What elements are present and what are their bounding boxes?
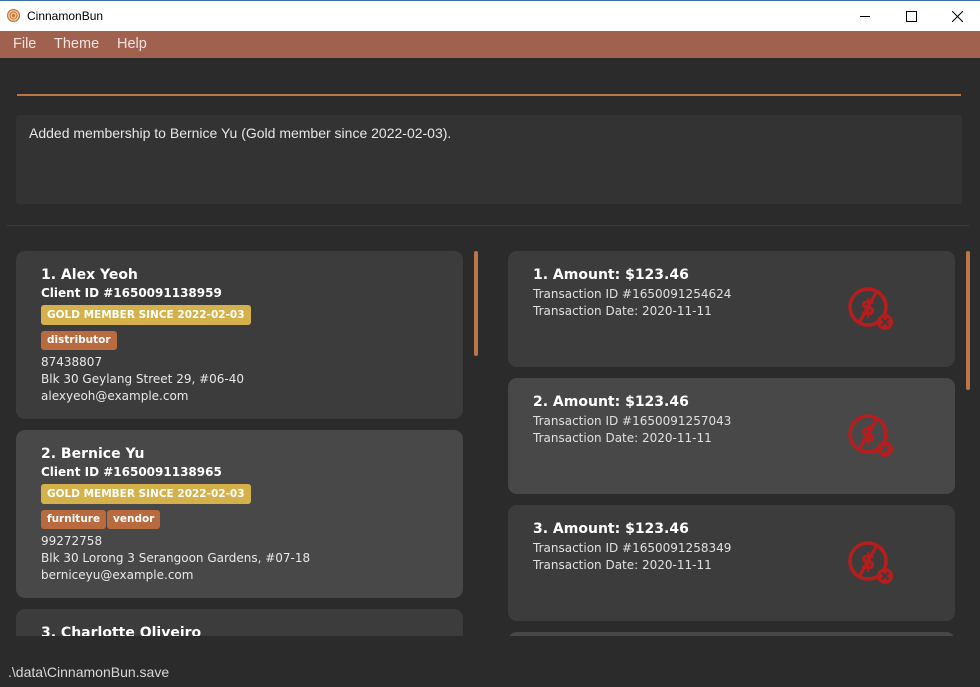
section-divider: [6, 225, 970, 226]
menu-file[interactable]: File: [13, 36, 36, 52]
window-titlebar: CinnamonBun: [0, 0, 980, 31]
client-card[interactable]: 2. Bernice Yu Client ID #1650091138965 G…: [16, 430, 463, 598]
client-id: Client ID #1650091138959: [41, 286, 222, 300]
transaction-date: Transaction Date: 2020-11-11: [533, 558, 712, 572]
client-name: 3. Charlotte Oliveiro: [41, 625, 202, 636]
minimize-button[interactable]: [842, 1, 888, 31]
transaction-card[interactable]: 3. Amount: $123.46 Transaction ID #16500…: [508, 505, 955, 621]
command-input[interactable]: [17, 94, 961, 96]
minimize-icon: [859, 15, 870, 17]
tag-vendor: vendor: [107, 510, 161, 529]
client-address: Blk 30 Geylang Street 29, #06-40: [41, 372, 245, 386]
client-phone: 99272758: [41, 534, 103, 548]
transaction-id: Transaction ID #1650091254624: [533, 287, 732, 301]
save-file-path: .\data\CinnamonBun.save: [8, 664, 170, 680]
client-address: Blk 30 Lorong 3 Serangoon Gardens, #07-1…: [41, 551, 311, 565]
cinnamon-bun-icon: [6, 8, 21, 23]
membership-badge: GOLD MEMBER SINCE 2022-02-03: [41, 484, 251, 504]
client-card[interactable]: 3. Charlotte Oliveiro: [16, 609, 463, 636]
transaction-id: Transaction ID #1650091257043: [533, 414, 732, 428]
client-email: alexyeoh@example.com: [41, 389, 189, 403]
transaction-list-scrollbar[interactable]: [966, 251, 970, 390]
unpaid-icon: $: [848, 414, 893, 457]
client-name: 1. Alex Yeoh: [41, 267, 138, 283]
client-list-scrollbar[interactable]: [474, 251, 478, 356]
main-area: Added membership to Bernice Yu (Gold mem…: [0, 58, 980, 638]
unpaid-icon: $: [848, 541, 893, 584]
maximize-button[interactable]: [888, 1, 934, 31]
transaction-date: Transaction Date: 2020-11-11: [533, 304, 712, 318]
menu-theme[interactable]: Theme: [54, 36, 99, 52]
tag-furniture: furniture: [41, 510, 107, 529]
transaction-amount: 1. Amount: $123.46: [533, 267, 689, 283]
transaction-date: Transaction Date: 2020-11-11: [533, 431, 712, 445]
unpaid-icon: $: [848, 287, 893, 330]
menu-bar: File Theme Help: [0, 31, 980, 58]
transaction-card[interactable]: 2. Amount: $123.46 Transaction ID #16500…: [508, 378, 955, 494]
window-title: CinnamonBun: [27, 9, 104, 23]
client-email: berniceyu@example.com: [41, 568, 194, 582]
result-display: Added membership to Bernice Yu (Gold mem…: [16, 115, 962, 204]
tag-distributor: distributor: [41, 331, 117, 350]
transaction-card[interactable]: 1. Amount: $123.46 Transaction ID #16500…: [508, 251, 955, 367]
membership-badge: GOLD MEMBER SINCE 2022-02-03: [41, 305, 251, 325]
menu-help[interactable]: Help: [117, 36, 147, 52]
transaction-amount: 2. Amount: $123.46: [533, 394, 689, 410]
client-name: 2. Bernice Yu: [41, 446, 145, 462]
status-bar: .\data\CinnamonBun.save: [0, 655, 980, 687]
transaction-id: Transaction ID #1650091258349: [533, 541, 732, 555]
close-icon: [951, 10, 963, 22]
close-button[interactable]: [934, 1, 980, 31]
transaction-card[interactable]: [508, 632, 955, 636]
client-list[interactable]: 1. Alex Yeoh Client ID #1650091138959 GO…: [16, 250, 466, 636]
client-phone: 87438807: [41, 355, 103, 369]
client-id: Client ID #1650091138965: [41, 465, 222, 479]
result-text: Added membership to Bernice Yu (Gold mem…: [29, 125, 452, 141]
maximize-icon: [905, 10, 917, 22]
transaction-amount: 3. Amount: $123.46: [533, 521, 689, 537]
client-card[interactable]: 1. Alex Yeoh Client ID #1650091138959 GO…: [16, 251, 463, 419]
transaction-list[interactable]: 1. Amount: $123.46 Transaction ID #16500…: [508, 250, 958, 636]
